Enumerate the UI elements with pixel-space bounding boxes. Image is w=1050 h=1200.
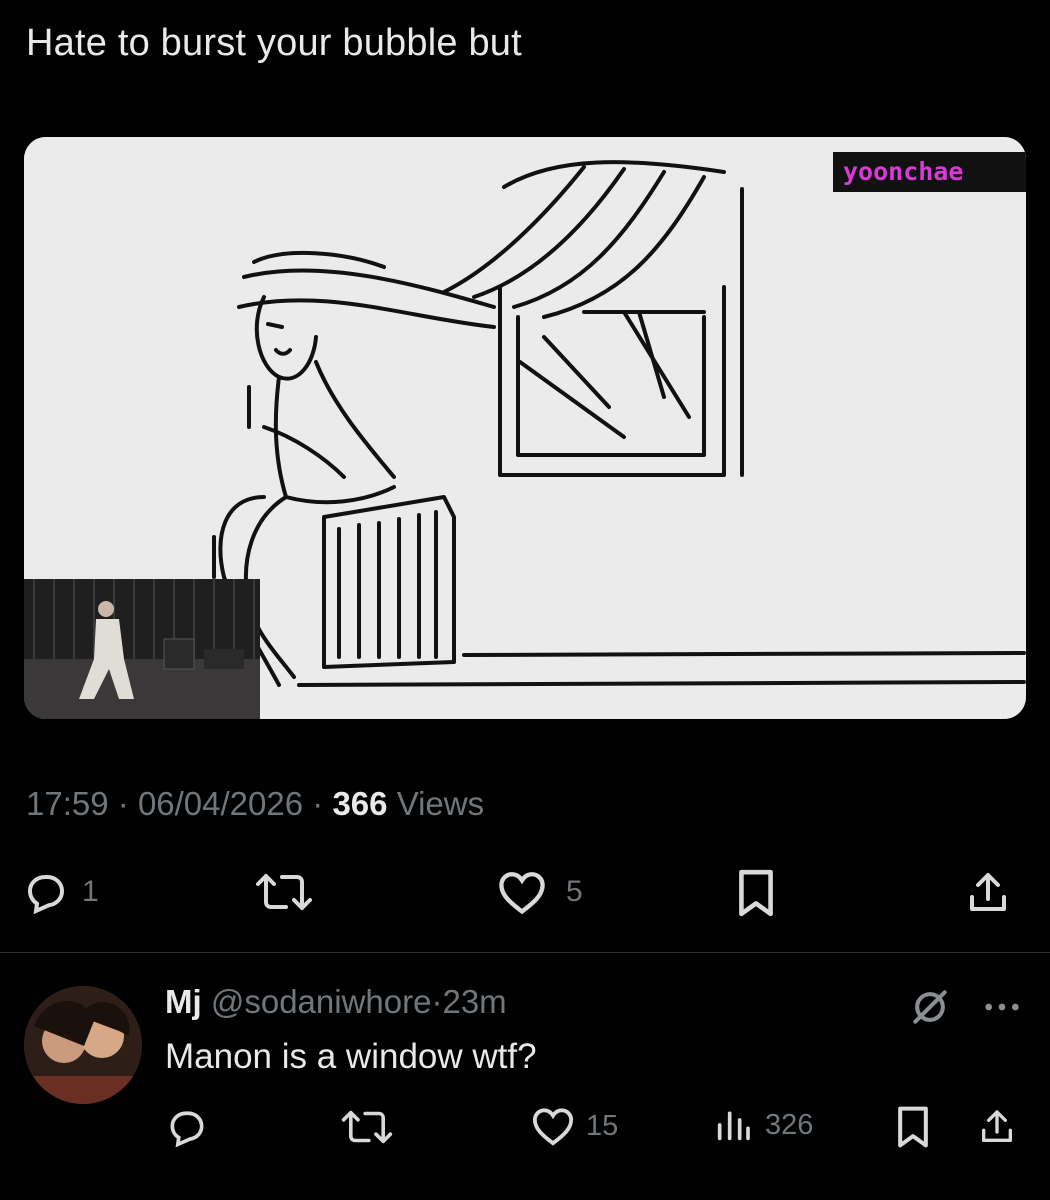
reply-icon	[170, 1111, 204, 1148]
bookmark-icon	[739, 869, 773, 917]
reply-like-button[interactable]: 15	[530, 1105, 618, 1147]
reply-time: 23m	[442, 983, 507, 1020]
reply-bookmark-button[interactable]	[893, 1105, 933, 1149]
reply-text: Manon is a window wtf?	[165, 1037, 537, 1076]
reply-views-button[interactable]: 326	[713, 1105, 813, 1145]
tweet-meta: 17:59 · 06/04/2026 · 366 Views	[26, 785, 484, 823]
avatar[interactable]	[24, 986, 142, 1104]
share-icon	[982, 1110, 1012, 1142]
heart-icon	[499, 872, 545, 915]
retweet-icon	[256, 874, 312, 910]
reply-author-handle[interactable]: @sodaniwhore	[211, 983, 432, 1020]
heart-icon	[532, 1108, 574, 1146]
bookmark-icon	[898, 1106, 928, 1148]
tweet-time: 17:59	[26, 785, 109, 822]
like-button[interactable]: 5	[496, 868, 583, 916]
views-label: Views	[396, 785, 485, 822]
share-button[interactable]	[964, 868, 1012, 918]
reply-like-count: 15	[586, 1109, 619, 1142]
tweet-date: 06/04/2026	[137, 785, 304, 822]
header-separator: ·	[431, 983, 443, 1020]
retweet-button[interactable]	[254, 868, 314, 916]
avatar-photo	[24, 986, 142, 1104]
watermark-label: yoonchae	[833, 152, 1026, 192]
tweet-text: Hate to burst your bubble but	[26, 22, 522, 64]
reply-share-button[interactable]	[977, 1105, 1017, 1149]
like-count: 5	[566, 875, 583, 908]
reply-views-count: 326	[765, 1108, 814, 1141]
meta-separator: ·	[117, 785, 129, 822]
reply-retweet-button[interactable]	[340, 1105, 394, 1149]
grok-icon[interactable]	[908, 985, 952, 1029]
dancer-thumbnail	[24, 579, 260, 719]
reply-action-bar: 15 326	[165, 1105, 1025, 1155]
meta-separator: ·	[312, 785, 324, 822]
share-icon	[970, 873, 1006, 911]
analytics-icon	[717, 1111, 750, 1141]
reply-header-icons	[908, 985, 1022, 1029]
tweet-video[interactable]: yoonchae	[24, 137, 1026, 719]
reply-author-name[interactable]: Mj	[165, 983, 202, 1020]
tweet-action-bar: 1 5	[22, 868, 1022, 928]
reply-tweet[interactable]: Mj @sodaniwhore·23m Manon is a window wt…	[0, 953, 1050, 1200]
inset-dance-clip	[24, 579, 260, 719]
more-icon[interactable]	[982, 997, 1022, 1017]
bookmark-button[interactable]	[734, 868, 778, 918]
reply-count: 1	[82, 875, 99, 908]
reply-button[interactable]: 1	[22, 868, 99, 916]
retweet-icon	[341, 1110, 393, 1144]
views-count: 366	[332, 785, 388, 822]
reply-reply-button[interactable]	[165, 1105, 209, 1149]
reply-header: Mj @sodaniwhore·23m	[165, 983, 507, 1021]
reply-icon	[27, 875, 65, 915]
